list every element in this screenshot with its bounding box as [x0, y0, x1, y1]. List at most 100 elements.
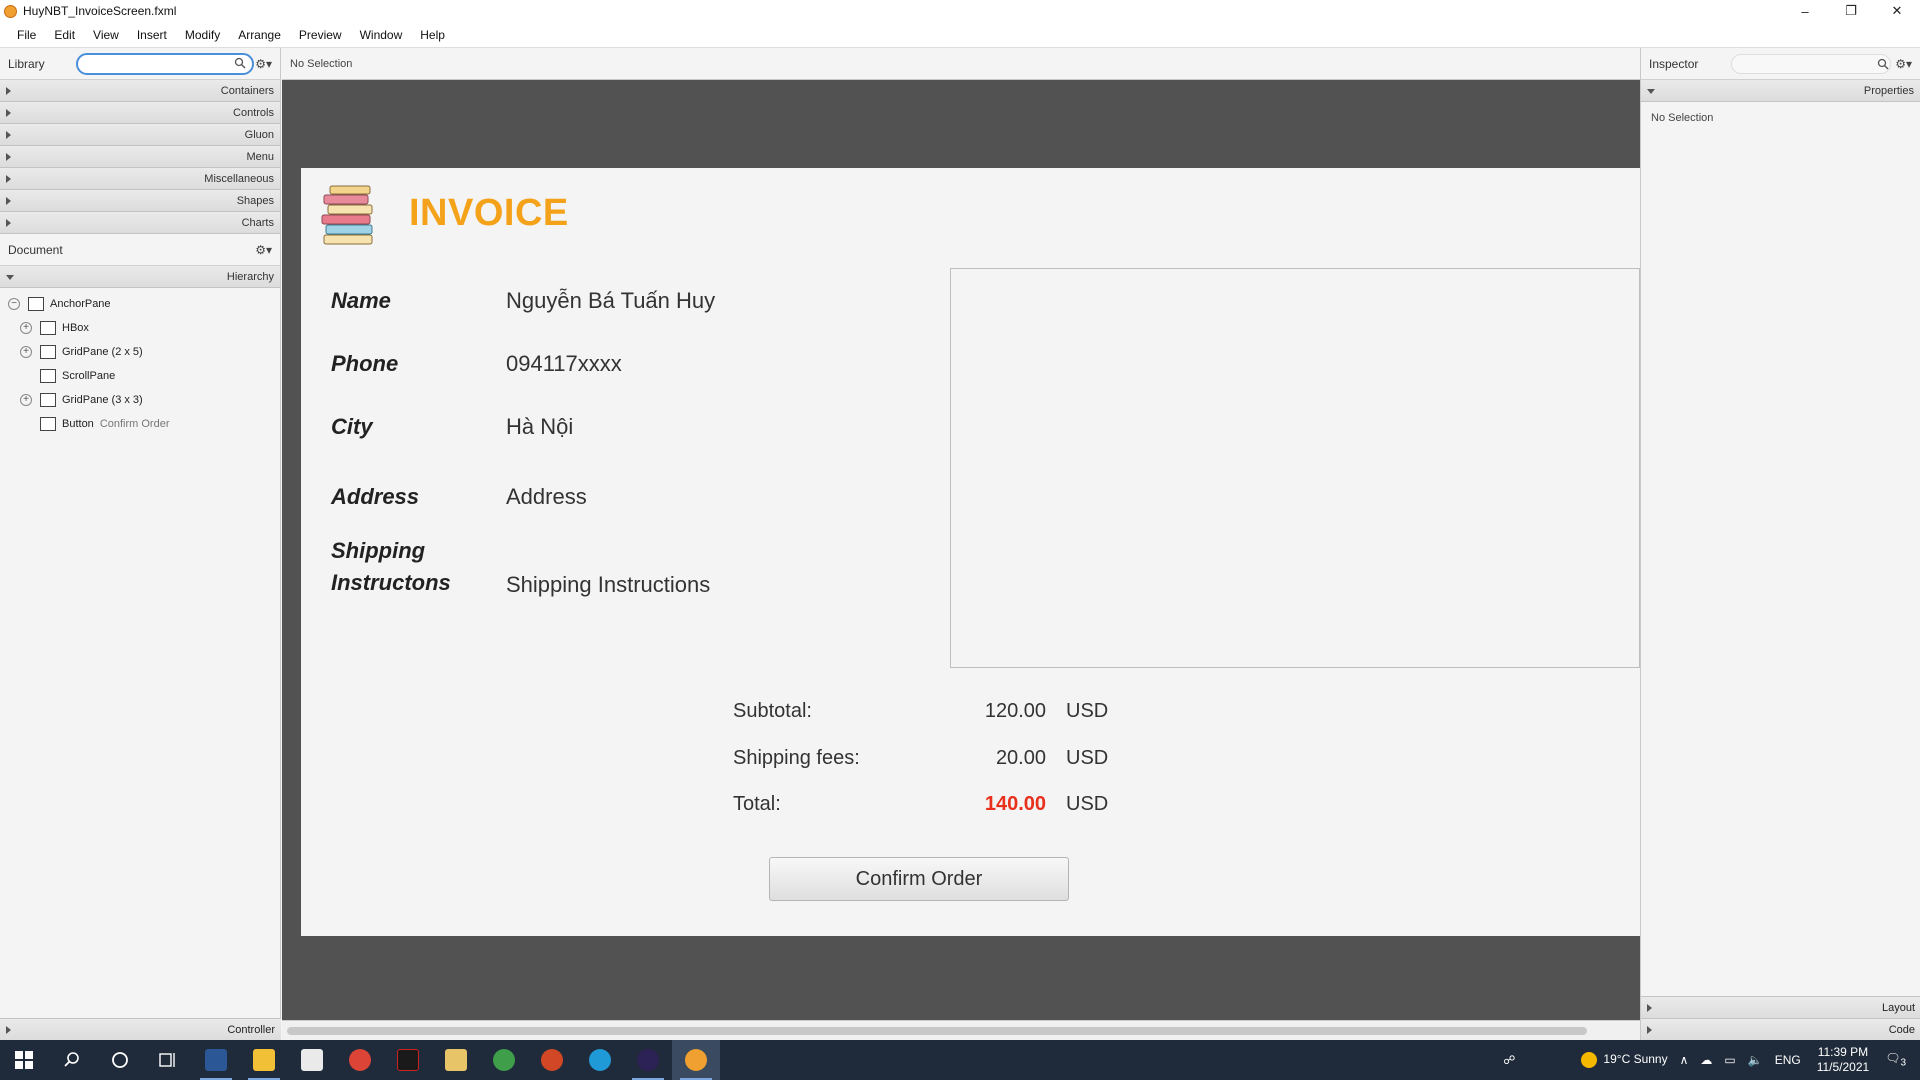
- library-section-containers[interactable]: Containers: [0, 80, 280, 102]
- name-label: Name: [331, 288, 391, 313]
- close-button[interactable]: ✕: [1874, 0, 1920, 22]
- battery-icon[interactable]: ▭: [1724, 1053, 1735, 1067]
- task-view-icon[interactable]: [144, 1040, 192, 1080]
- expand-triangle-icon: [6, 109, 11, 117]
- subtotal-currency: USD: [1066, 700, 1109, 722]
- document-gear-icon[interactable]: ⚙▾: [255, 243, 272, 257]
- properties-section[interactable]: Properties: [1641, 80, 1920, 102]
- phone-label: Phone: [331, 351, 399, 376]
- section-label: Controls: [233, 106, 274, 119]
- tree-item-label: GridPane (3 x 3): [62, 394, 143, 406]
- file-explorer-icon[interactable]: [240, 1040, 288, 1080]
- tree-item-gridpane-2x5[interactable]: + GridPane (2 x 5): [0, 340, 280, 364]
- phone-value[interactable]: 094117xxxx: [506, 348, 622, 380]
- search-icon[interactable]: [234, 57, 246, 69]
- library-section-miscellaneous[interactable]: Miscellaneous: [0, 168, 280, 190]
- tree-item-anchorpane[interactable]: − AnchorPane: [0, 292, 280, 316]
- inspector-gear-icon[interactable]: ⚙▾: [1895, 57, 1912, 71]
- library-section-menu[interactable]: Menu: [0, 146, 280, 168]
- game-app-icon[interactable]: [384, 1040, 432, 1080]
- library-section-gluon[interactable]: Gluon: [0, 124, 280, 146]
- inspector-title: Inspector: [1649, 56, 1699, 71]
- tree-item-button[interactable]: Button Confirm Order: [0, 412, 280, 436]
- shipping-fees-currency: USD: [1066, 747, 1109, 769]
- tree-item-scrollpane[interactable]: ScrollPane: [0, 364, 280, 388]
- section-label: Charts: [241, 216, 274, 229]
- tree-item-name: Button: [62, 418, 94, 430]
- search-icon[interactable]: [48, 1040, 96, 1080]
- powerpoint-icon[interactable]: [528, 1040, 576, 1080]
- tree-item-hbox[interactable]: + HBox: [0, 316, 280, 340]
- library-gear-icon[interactable]: ⚙▾: [255, 57, 272, 71]
- windows-start-icon[interactable]: [0, 1040, 48, 1080]
- address-label: Address: [331, 484, 420, 509]
- chevron-up-icon[interactable]: ∧: [1680, 1053, 1689, 1067]
- inspector-search-input[interactable]: [1731, 54, 1891, 74]
- expand-icon[interactable]: +: [20, 394, 32, 406]
- chrome-icon[interactable]: [336, 1040, 384, 1080]
- expand-triangle-icon: [6, 87, 11, 95]
- word-icon[interactable]: [192, 1040, 240, 1080]
- invoice-form[interactable]: INVOICE Name Nguyễn Bá Tuấn Huy Phone 09…: [301, 168, 1640, 936]
- expand-icon[interactable]: +: [20, 322, 32, 334]
- library-search-input[interactable]: [76, 53, 254, 75]
- code-section[interactable]: Code: [1641, 1018, 1920, 1040]
- inspector-panel: Inspector ⚙▾ Properties No Selection Lay…: [1640, 48, 1920, 1040]
- layout-section[interactable]: Layout: [1641, 996, 1920, 1018]
- edge-icon[interactable]: [576, 1040, 624, 1080]
- books-icon: [321, 185, 373, 245]
- menu-preview[interactable]: Preview: [290, 28, 351, 42]
- controller-section[interactable]: Controller: [0, 1018, 281, 1040]
- items-scroll-pane[interactable]: [950, 268, 1640, 668]
- tree-item-gridpane-3x3[interactable]: + GridPane (3 x 3): [0, 388, 280, 412]
- tree-item-label: Button Confirm Order: [62, 418, 170, 430]
- inspector-header: Inspector ⚙▾: [1641, 48, 1920, 80]
- restore-button[interactable]: ❐: [1828, 0, 1874, 22]
- store-icon[interactable]: [288, 1040, 336, 1080]
- search-icon[interactable]: [1877, 58, 1889, 70]
- network-icon[interactable]: ☁: [1700, 1053, 1712, 1067]
- expand-triangle-icon: [1647, 1004, 1652, 1012]
- clock-date: 11/5/2021: [1816, 1060, 1870, 1074]
- menu-window[interactable]: Window: [351, 28, 412, 42]
- menu-edit[interactable]: Edit: [45, 28, 84, 42]
- menu-modify[interactable]: Modify: [176, 28, 229, 42]
- cortana-icon[interactable]: [96, 1040, 144, 1080]
- library-section-shapes[interactable]: Shapes: [0, 190, 280, 212]
- scrollbar-thumb[interactable]: [287, 1027, 1587, 1035]
- hierarchy-section[interactable]: Hierarchy: [0, 266, 280, 288]
- weather-widget[interactable]: 19°C Sunny: [1581, 1052, 1668, 1068]
- menu-view[interactable]: View: [84, 28, 128, 42]
- city-value[interactable]: Hà Nội: [506, 411, 573, 443]
- expand-triangle-icon: [6, 219, 11, 227]
- address-value[interactable]: Address: [506, 481, 587, 513]
- clock[interactable]: 11:39 PM 11/5/2021: [1817, 1045, 1870, 1075]
- name-value[interactable]: Nguyễn Bá Tuấn Huy: [506, 285, 715, 317]
- confirm-order-button[interactable]: Confirm Order: [769, 857, 1069, 901]
- horizontal-scrollbar[interactable]: [282, 1020, 1640, 1040]
- collapse-icon[interactable]: −: [8, 298, 20, 310]
- notification-center-icon[interactable]: 🗨3: [1885, 1051, 1906, 1068]
- subtotal-value: 120.00: [984, 700, 1046, 722]
- notes-app-icon[interactable]: [432, 1040, 480, 1080]
- netbeans-icon[interactable]: [480, 1040, 528, 1080]
- eclipse-icon[interactable]: [624, 1040, 672, 1080]
- shipping-instructions-value[interactable]: Shipping Instructions: [506, 569, 710, 601]
- language-indicator[interactable]: ENG: [1775, 1053, 1801, 1067]
- library-section-charts[interactable]: Charts: [0, 212, 280, 234]
- collapse-triangle-icon: [1647, 89, 1655, 94]
- menu-help[interactable]: Help: [411, 28, 454, 42]
- menu-insert[interactable]: Insert: [128, 28, 176, 42]
- expand-icon[interactable]: +: [20, 346, 32, 358]
- menu-arrange[interactable]: Arrange: [229, 28, 290, 42]
- library-header: Library ⚙▾: [0, 48, 280, 80]
- library-section-controls[interactable]: Controls: [0, 102, 280, 124]
- menu-file[interactable]: File: [8, 28, 45, 42]
- scene-builder-taskbar-icon[interactable]: [672, 1040, 720, 1080]
- minimize-button[interactable]: –: [1782, 0, 1828, 22]
- people-icon[interactable]: ☍: [1503, 1053, 1515, 1067]
- collapse-triangle-icon: [6, 275, 14, 280]
- tree-item-label: AnchorPane: [50, 298, 111, 310]
- total-currency: USD: [1066, 793, 1109, 815]
- volume-icon[interactable]: 🔈: [1748, 1053, 1763, 1067]
